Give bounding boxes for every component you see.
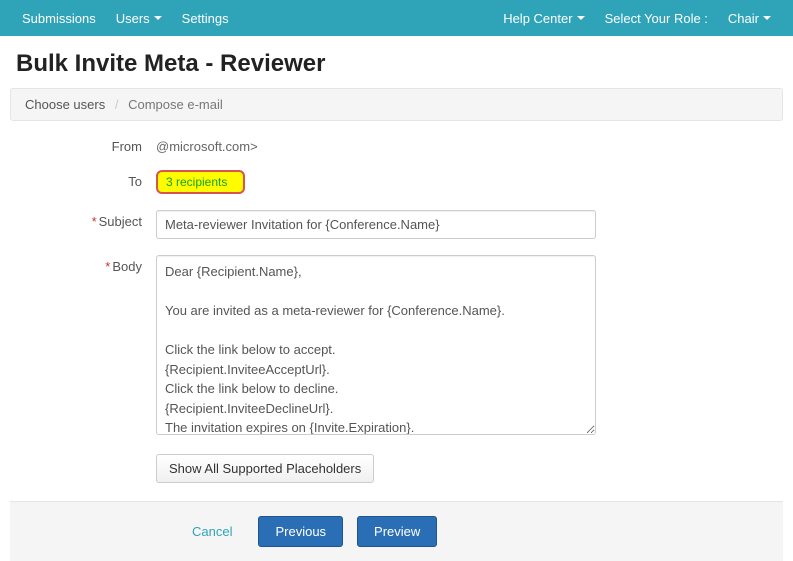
page-title: Bulk Invite Meta - Reviewer — [0, 36, 793, 88]
body-textarea[interactable] — [156, 255, 596, 435]
nav-role-value: Chair — [728, 11, 759, 26]
breadcrumb: Choose users / Compose e-mail — [10, 88, 783, 121]
nav-left: Submissions Users Settings — [12, 0, 239, 36]
top-navbar: Submissions Users Settings Help Center S… — [0, 0, 793, 36]
preview-button[interactable]: Preview — [357, 516, 437, 547]
breadcrumb-sep: / — [115, 97, 119, 112]
label-body-text: Body — [112, 259, 142, 274]
breadcrumb-step-2: Compose e-mail — [128, 97, 223, 112]
caret-down-icon — [154, 16, 162, 20]
row-body: *Body — [16, 255, 777, 438]
breadcrumb-step-1[interactable]: Choose users — [25, 97, 105, 112]
nav-help-center[interactable]: Help Center — [493, 0, 594, 36]
row-to: To 3 recipients — [16, 170, 777, 194]
row-subject: *Subject — [16, 210, 777, 239]
required-asterisk-icon: * — [92, 214, 97, 229]
caret-down-icon — [763, 16, 771, 20]
label-from: From — [16, 135, 156, 154]
label-subject-text: Subject — [99, 214, 142, 229]
label-body: *Body — [16, 255, 156, 274]
row-from: From @microsoft.com> — [16, 135, 777, 154]
nav-submissions[interactable]: Submissions — [12, 0, 106, 36]
show-placeholders-button[interactable]: Show All Supported Placeholders — [156, 454, 374, 483]
nav-role-select[interactable]: Chair — [718, 0, 781, 36]
subject-input[interactable] — [156, 210, 596, 239]
nav-help-center-label: Help Center — [503, 11, 572, 26]
footer-actions: Cancel Previous Preview — [10, 501, 783, 561]
nav-users[interactable]: Users — [106, 0, 172, 36]
recipients-link[interactable]: 3 recipients — [156, 170, 245, 194]
nav-right: Help Center Select Your Role : Chair — [493, 0, 781, 36]
previous-button[interactable]: Previous — [258, 516, 343, 547]
required-asterisk-icon: * — [105, 259, 110, 274]
nav-users-label: Users — [116, 11, 150, 26]
label-subject: *Subject — [16, 210, 156, 229]
nav-role-label: Select Your Role : — [595, 0, 718, 36]
from-value: @microsoft.com> — [156, 135, 606, 154]
label-to: To — [16, 170, 156, 189]
caret-down-icon — [577, 16, 585, 20]
nav-settings[interactable]: Settings — [172, 0, 239, 36]
compose-form: From @microsoft.com> To 3 recipients *Su… — [0, 135, 793, 483]
row-placeholders: Show All Supported Placeholders — [16, 454, 777, 483]
